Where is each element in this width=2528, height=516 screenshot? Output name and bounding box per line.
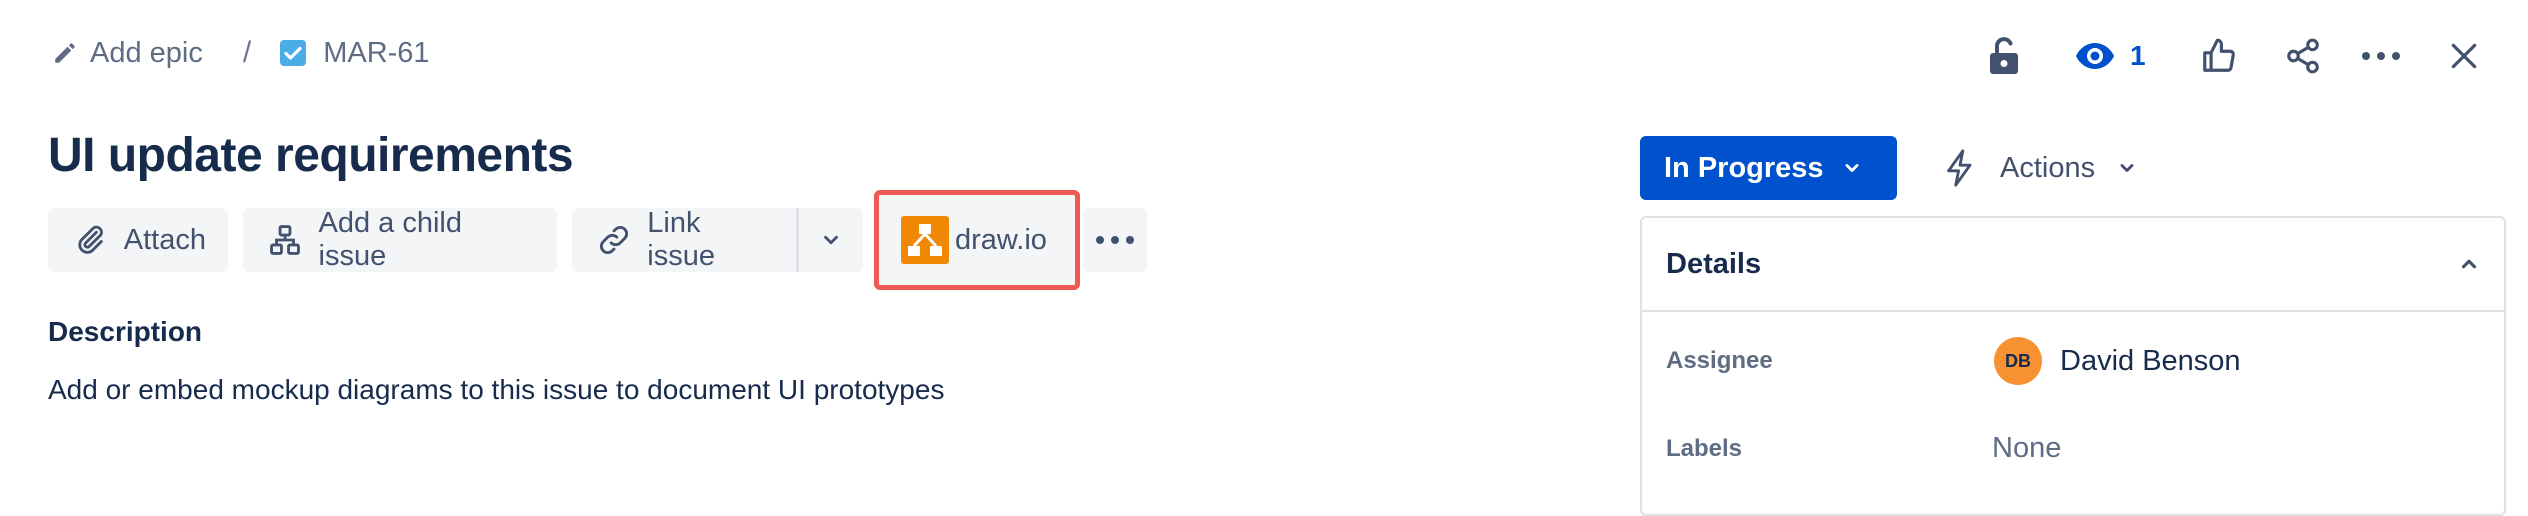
link-issue-label: Link issue — [647, 207, 715, 272]
add-epic-label: Add epic — [90, 36, 203, 69]
more-horizontal-icon — [2361, 51, 2401, 61]
labels-value[interactable]: None — [1992, 432, 2061, 465]
vote-button[interactable] — [2195, 32, 2243, 80]
attach-label: Attach — [123, 223, 206, 256]
task-type-icon — [279, 39, 307, 67]
chevron-down-icon — [1842, 158, 1862, 178]
chevron-up-icon — [2458, 253, 2480, 275]
close-icon — [2448, 40, 2480, 72]
description-text[interactable]: Add or embed mockup diagrams to this iss… — [48, 374, 944, 406]
details-panel-header[interactable]: Details — [1642, 218, 2504, 312]
breadcrumb: Add epic / MAR-61 — [52, 36, 430, 70]
more-horizontal-icon — [1095, 235, 1135, 245]
drawio-logo-icon — [901, 216, 949, 264]
thumbs-up-icon — [2200, 37, 2238, 75]
share-icon — [2284, 37, 2322, 75]
attach-button[interactable]: Attach — [48, 208, 228, 272]
add-epic-link[interactable]: Add epic — [52, 37, 203, 70]
hierarchy-icon — [265, 220, 305, 260]
chevron-down-icon — [820, 229, 842, 251]
restrictions-button[interactable] — [1980, 32, 2028, 80]
paperclip-icon — [70, 220, 110, 260]
link-issue-dropdown-button[interactable] — [799, 208, 863, 272]
details-title: Details — [1666, 247, 1762, 280]
add-child-issue-label: Add a child issue — [318, 207, 463, 272]
issue-key: MAR-61 — [323, 36, 430, 69]
issue-key-link[interactable]: MAR-61 — [279, 36, 430, 70]
add-child-issue-button[interactable]: Add a child issue — [243, 207, 557, 272]
actions-label: Actions — [2000, 151, 2096, 184]
assignee-label: Assignee — [1666, 347, 1773, 374]
description-heading: Description — [48, 316, 203, 347]
breadcrumb-separator: / — [242, 36, 252, 69]
watch-count: 1 — [2130, 40, 2146, 71]
link-issue-button[interactable]: Link issue — [572, 207, 796, 272]
assignee-value[interactable]: DB David Benson — [1994, 337, 2241, 385]
unlock-icon — [1987, 36, 2021, 76]
actions-button[interactable]: Actions — [1942, 144, 2137, 192]
avatar: DB — [1994, 337, 2042, 385]
drawio-button[interactable]: draw.io — [874, 190, 1080, 290]
pencil-icon — [52, 40, 78, 66]
status-label: In Progress — [1664, 151, 1824, 184]
watch-button[interactable]: 1 — [2074, 32, 2146, 80]
lightning-icon — [1942, 148, 1978, 188]
labels-label: Labels — [1666, 435, 1743, 462]
close-button[interactable] — [2440, 32, 2488, 80]
issue-title[interactable]: UI update requirements — [48, 128, 574, 183]
status-dropdown-button[interactable]: In Progress — [1640, 136, 1897, 200]
assignee-name: David Benson — [2060, 344, 2241, 377]
chevron-down-icon — [2117, 158, 2137, 178]
link-icon — [594, 220, 633, 260]
eye-icon — [2074, 41, 2116, 71]
more-actions-button[interactable] — [1083, 208, 1147, 272]
drawio-label: draw.io — [955, 223, 1047, 256]
more-options-button[interactable] — [2357, 32, 2405, 80]
share-button[interactable] — [2279, 32, 2327, 80]
